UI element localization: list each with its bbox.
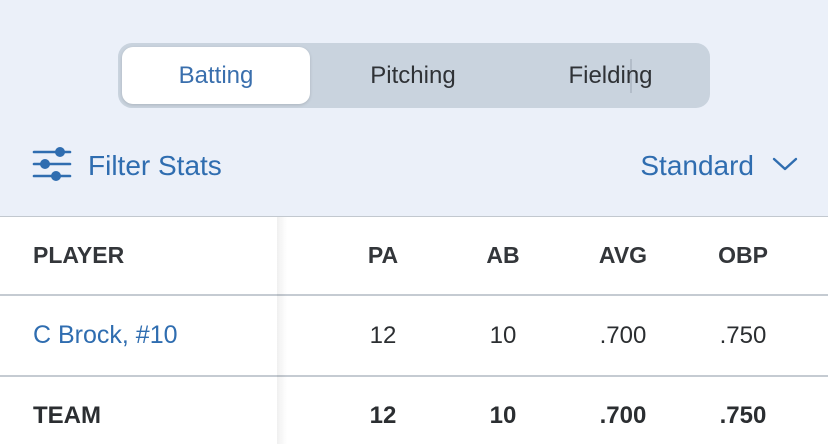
filter-stats-button[interactable]: Filter Stats <box>32 146 222 186</box>
column-header-player[interactable]: PLAYER <box>33 217 124 294</box>
team-pa: 12 <box>369 402 397 429</box>
team-avg: .700 <box>599 402 647 429</box>
column-header-pa[interactable]: PA <box>333 217 433 294</box>
tab-batting[interactable]: Batting <box>122 47 310 104</box>
team-ab: 10 <box>489 402 517 429</box>
tab-fielding[interactable]: Fielding <box>514 47 707 104</box>
cell-pa: 12 <box>369 321 397 349</box>
column-header-obp[interactable]: OBP <box>693 217 793 294</box>
view-select-label: Standard <box>640 150 754 181</box>
view-select-dropdown[interactable]: Standard <box>640 146 798 186</box>
filter-stats-label: Filter Stats <box>88 150 222 181</box>
stats-header-panel: Batting Pitching Fielding Filter Stats S… <box>0 0 828 216</box>
cell-ab: 10 <box>489 321 517 349</box>
sliders-icon <box>32 145 72 188</box>
cell-avg: .700 <box>599 321 647 349</box>
table-row: C Brock, #10 12 10 .700 .750 <box>0 296 828 375</box>
player-link[interactable]: C Brock, #10 <box>33 296 178 375</box>
cell-obp: .750 <box>719 321 767 349</box>
column-header-ab[interactable]: AB <box>453 217 553 294</box>
stat-type-segmented-control: Batting Pitching Fielding <box>118 43 710 108</box>
team-label: TEAM <box>33 402 101 429</box>
tab-pitching[interactable]: Pitching <box>315 47 511 104</box>
chevron-down-icon <box>772 156 798 177</box>
table-header-row: PLAYER PA AB AVG OBP <box>0 217 828 294</box>
sticky-column-shadow <box>277 217 287 444</box>
team-total-row: TEAM 12 10 .700 .750 <box>0 377 828 444</box>
column-header-avg[interactable]: AVG <box>573 217 673 294</box>
team-obp: .750 <box>719 402 767 429</box>
